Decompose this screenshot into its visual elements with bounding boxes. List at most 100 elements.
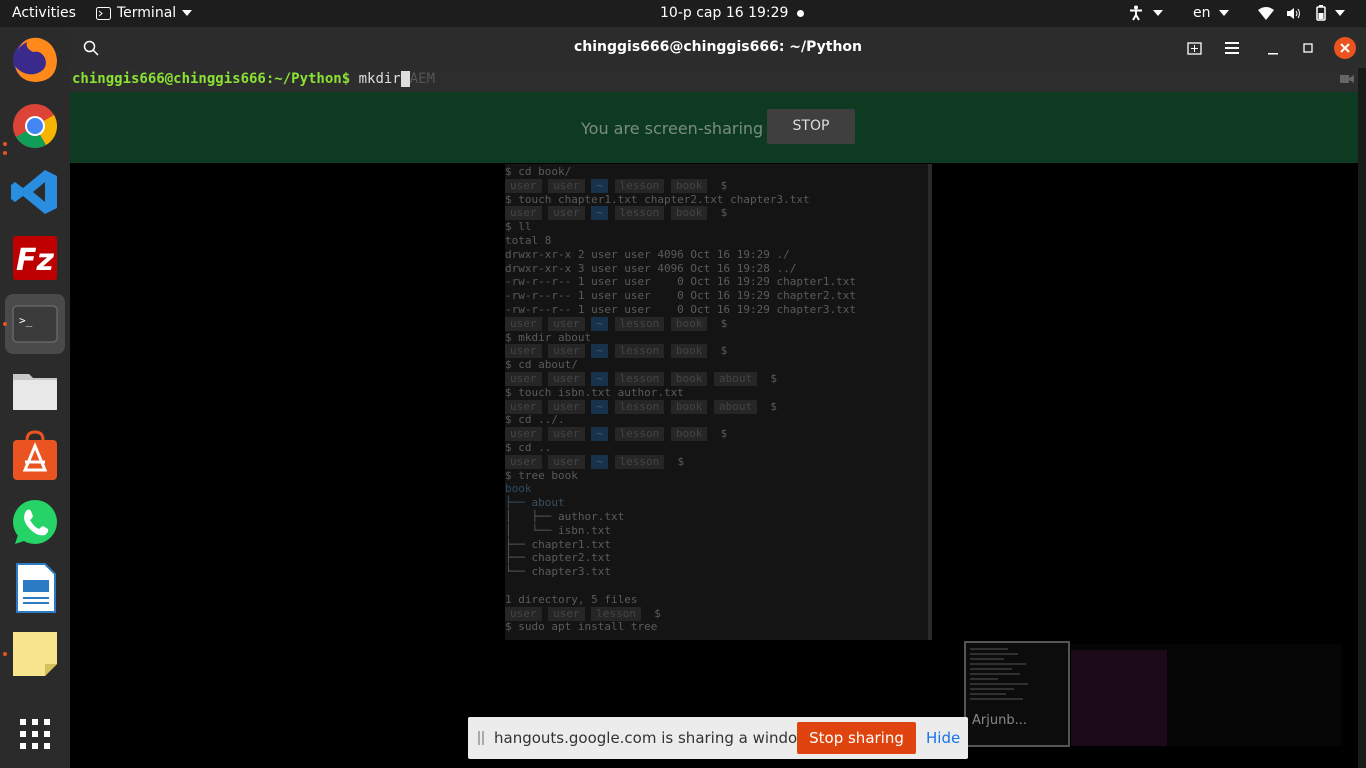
hide-notification-link[interactable]: Hide [926, 729, 960, 747]
dock-writer[interactable] [5, 558, 65, 618]
prompt-segment: user [505, 344, 542, 359]
maximize-icon[interactable] [1303, 43, 1313, 53]
minimize-icon[interactable] [1268, 47, 1278, 57]
dock-whatsapp[interactable] [5, 492, 65, 552]
prompt-segment: about [714, 372, 758, 386]
shared-command-line: $ tree book [505, 468, 578, 482]
dock-software[interactable] [5, 426, 65, 486]
screen-share-text: You are screen-sharing [581, 119, 764, 138]
app-menu[interactable]: Terminal [96, 0, 193, 27]
terminal-prompt: chinggis666@chinggis666:~/Python$ [72, 71, 351, 87]
svg-text:Fz: Fz [16, 243, 54, 278]
shared-prompt-line: user user lesson $ [505, 606, 661, 621]
dock-app-grid[interactable] [5, 704, 65, 764]
prompt-segment: lesson [614, 454, 665, 469]
prompt-segment: lesson [614, 316, 665, 331]
shared-command-line: $ touch isbn.txt author.txt [505, 385, 684, 399]
drag-handle-icon[interactable] [478, 731, 484, 745]
prompt-segment: user [505, 399, 542, 414]
prompt-segment: user [548, 178, 585, 193]
shared-output-line: total 8 [505, 234, 552, 247]
notification-dot-icon [796, 9, 804, 17]
shared-command-line: $ cd .. [505, 441, 552, 454]
prompt-segment: lesson [591, 606, 641, 621]
new-tab-icon[interactable] [1187, 40, 1203, 56]
prompt-symbol: $ [714, 206, 728, 220]
terminal-icon: >_ [12, 305, 58, 343]
shared-command-line: $ mkdir about [505, 330, 592, 344]
shared-prompt-line: user user ~ lesson book $ [505, 206, 728, 221]
thumbnail-text-preview [970, 648, 1028, 700]
shared-output-line: drwxr-xr-x 2 user user 4096 Oct 16 19:29… [505, 247, 790, 261]
app-grid-icon [20, 719, 50, 749]
close-icon[interactable] [1334, 37, 1356, 59]
shared-output-line: │ ├── author.txt [505, 510, 625, 523]
terminal-cursor [400, 71, 410, 87]
prompt-segment: book [670, 344, 708, 359]
notes-icon [13, 632, 57, 676]
shared-prompt-line: user user ~ lesson book $ [505, 316, 727, 331]
prompt-segment: ~ [591, 427, 608, 442]
shared-output-line: ├── chapter1.txt [505, 537, 611, 551]
prompt-segment: user [548, 344, 585, 359]
filezilla-icon: Fz [13, 236, 57, 280]
participant-thumbnail[interactable] [964, 641, 1070, 747]
terminal-faded-text: AEM [409, 71, 436, 87]
shared-command-line: $ touch chapter1.txt chapter2.txt chapte… [505, 192, 810, 206]
prompt-segment: user [548, 316, 585, 331]
stop-sharing-button[interactable]: Stop sharing [797, 722, 916, 754]
shared-command-line: $ cd ../. [505, 413, 565, 427]
dock-chrome[interactable] [5, 96, 65, 156]
shared-dir-line: book [505, 482, 532, 496]
writer-icon [16, 563, 56, 613]
dock-vscode[interactable] [5, 162, 65, 222]
accessibility-menu[interactable] [1129, 0, 1163, 27]
prompt-segment: ~ [591, 454, 608, 469]
prompt-segment: ~ [591, 372, 608, 386]
vscode-icon [11, 170, 57, 214]
camera-icon [1340, 75, 1354, 83]
prompt-symbol: $ [647, 606, 661, 620]
chevron-down-icon [1153, 10, 1163, 16]
terminal-output[interactable]: chinggis666@chinggis666:~/Python$ mkdir A… [70, 68, 1366, 92]
running-indicator [3, 151, 7, 155]
svg-text:>_: >_ [19, 314, 33, 327]
clock[interactable]: 10-р сар 16 19:29 [660, 0, 804, 27]
system-menu[interactable] [1258, 0, 1345, 27]
dock-firefox[interactable] [5, 30, 65, 90]
battery-icon [1316, 5, 1326, 21]
hamburger-menu-icon[interactable] [1225, 42, 1239, 54]
prompt-segment: lesson [614, 399, 665, 414]
prompt-segment: user [548, 399, 585, 414]
shared-output-line: └── chapter3.txt [505, 565, 611, 579]
dock-filezilla[interactable]: Fz [5, 228, 65, 288]
chevron-down-icon [1218, 10, 1229, 16]
shared-output-line: │ └── isbn.txt [505, 523, 611, 537]
shared-command-line: $ sudo apt install tree [505, 620, 658, 634]
shared-prompt-line: user user ~ lesson book $ [505, 344, 727, 359]
prompt-symbol: $ [763, 399, 777, 413]
prompt-segment: lesson [614, 344, 665, 359]
prompt-symbol: $ [714, 427, 728, 441]
dock-terminal[interactable]: >_ [5, 294, 65, 354]
language-menu[interactable]: en [1193, 0, 1229, 27]
language-label: en [1193, 5, 1211, 21]
dock-notes[interactable] [5, 624, 65, 684]
stop-sharing-banner-button[interactable]: STOP [767, 109, 855, 144]
prompt-segment: ~ [591, 399, 608, 414]
chevron-down-icon [1334, 10, 1345, 16]
prompt-segment: book [670, 427, 708, 442]
dock-files[interactable] [5, 360, 65, 420]
running-indicator [3, 322, 7, 326]
prompt-segment: book [670, 399, 708, 414]
terminal-command: mkdir [358, 71, 401, 87]
thumbnail-name: Arjunb... [972, 713, 1027, 728]
running-indicator [3, 142, 7, 146]
chevron-down-icon [182, 10, 193, 16]
terminal-scrollbar[interactable] [1358, 68, 1366, 768]
prompt-segment: user [548, 372, 585, 386]
prompt-symbol: $ [714, 178, 728, 192]
activities-button[interactable]: Activities [12, 0, 76, 27]
sharing-notification-text: hangouts.google.com is sharing a window. [494, 729, 813, 747]
top-bar: Activities Terminal 10-р сар 16 19:29 en [0, 0, 1366, 27]
